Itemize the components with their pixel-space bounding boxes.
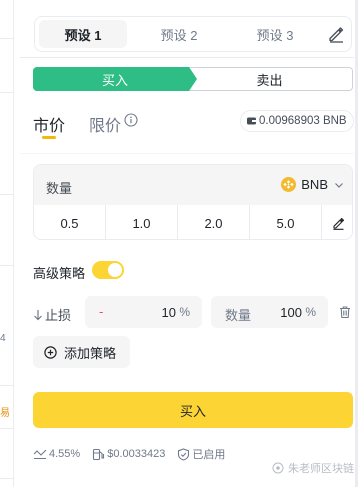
divider: [20, 57, 354, 58]
advanced-strategy-toggle[interactable]: [92, 261, 124, 279]
advanced-strategy-label: 高级策略: [33, 266, 86, 281]
slippage-value: 4.55%: [49, 448, 81, 460]
slippage-indicator[interactable]: 4.55%: [33, 448, 80, 460]
active-tab-underline: [42, 136, 56, 139]
quantity-preset-button[interactable]: 2.0: [178, 205, 250, 239]
percent-unit: %: [305, 305, 316, 319]
mev-protection-indicator[interactable]: 已启用: [177, 446, 225, 462]
divider: [20, 153, 354, 154]
buy-sell-toggle: 卖出 买入: [33, 67, 353, 91]
stop-loss-sign: -: [99, 304, 104, 319]
amount-value: 100: [280, 305, 302, 320]
bnb-logo-icon: [281, 177, 297, 192]
tab-preset-1[interactable]: 预设 1: [39, 20, 127, 48]
percent-unit: %: [179, 305, 190, 319]
arrow-down-icon: [34, 309, 42, 320]
stop-loss-percent-input[interactable]: - 10 %: [85, 296, 202, 328]
watermark-text: 朱老师区块链: [288, 463, 354, 475]
tab-limit[interactable]: 限价: [89, 112, 121, 136]
add-strategy-button[interactable]: 添加策略: [33, 336, 130, 368]
left-panel-edge: 4 易: [0, 0, 14, 487]
gas-fee-value: $0.0033423: [107, 448, 166, 460]
pencil-icon[interactable]: [327, 25, 345, 43]
quantity-header: 数量 BNB: [34, 165, 352, 205]
preset-tabs: 预设 1 预设 2 预设 3: [34, 16, 352, 52]
stop-loss-label: 止损: [33, 305, 71, 324]
quantity-preset-button[interactable]: 5.0: [250, 205, 322, 239]
left-fragment-text: 4: [0, 333, 6, 344]
plus-circle-icon: [44, 345, 57, 359]
buy-tab[interactable]: 买入: [33, 67, 197, 91]
tab-market[interactable]: 市价: [33, 112, 65, 136]
gas-pump-icon: [93, 448, 105, 460]
toggle-knob: [108, 263, 122, 277]
watermark-logo-icon: [272, 462, 284, 474]
asset-selector[interactable]: BNB: [281, 177, 344, 192]
left-fragment-text: 易: [0, 408, 10, 419]
trade-footer: 4.55% $0.0033423 已启用: [33, 446, 237, 462]
sell-tab[interactable]: 卖出: [187, 67, 353, 91]
amount-label: 数量: [225, 308, 252, 323]
balance-chip[interactable]: 0.00968903 BNB: [240, 110, 354, 132]
watermark: 朱老师区块链: [272, 460, 354, 476]
add-strategy-label: 添加策略: [64, 345, 117, 361]
info-icon[interactable]: [124, 113, 138, 127]
quantity-label: 数量: [46, 181, 73, 196]
stop-loss-text: 止损: [45, 308, 72, 323]
shield-check-icon: [178, 447, 190, 461]
balance-text: 0.00968903 BNB: [259, 115, 347, 127]
asset-name: BNB: [301, 177, 328, 192]
tab-preset-2[interactable]: 预设 2: [135, 20, 223, 48]
pencil-icon: [332, 217, 344, 230]
gas-fee-indicator[interactable]: $0.0033423: [92, 448, 165, 461]
tab-preset-3[interactable]: 预设 3: [231, 20, 319, 48]
stop-loss-amount-input[interactable]: 数量 100 %: [211, 296, 328, 328]
quantity-box: 数量 BNB 0.5 1.0 2.0 5.0: [33, 164, 353, 240]
slippage-icon: [33, 449, 47, 459]
edit-quantity-presets-button[interactable]: [322, 205, 352, 239]
quantity-preset-button[interactable]: 1.0: [106, 205, 178, 239]
buy-button[interactable]: 买入: [33, 392, 353, 428]
trade-panel: 预设 1 预设 2 预设 3 卖出 买入 市价 限价 0.00968903 BN…: [20, 0, 354, 487]
quantity-presets: 0.5 1.0 2.0 5.0: [34, 205, 352, 239]
mev-status: 已启用: [192, 449, 226, 461]
wallet-icon: [247, 117, 256, 125]
quantity-preset-button[interactable]: 0.5: [34, 205, 106, 239]
chevron-down-icon: [335, 182, 343, 188]
stop-loss-percent-value: 10: [161, 305, 176, 320]
trash-icon[interactable]: [338, 305, 352, 319]
